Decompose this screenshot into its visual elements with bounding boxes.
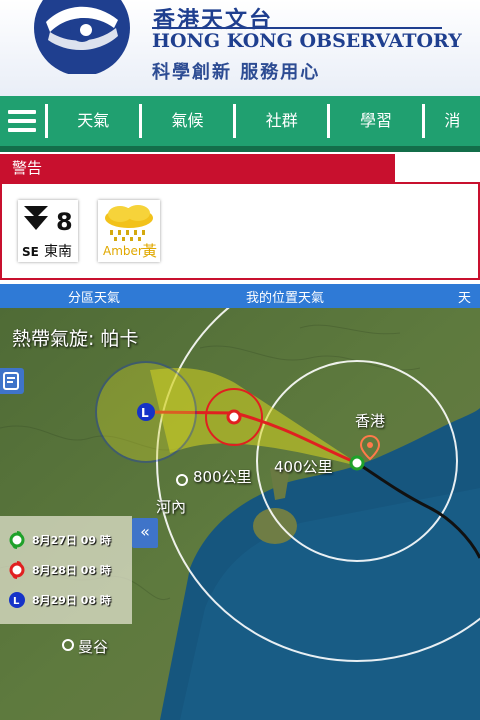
label-800km: 800公里 xyxy=(193,468,252,486)
signal-direction: 東南 xyxy=(44,244,72,260)
nav-item-climate[interactable]: 氣候 xyxy=(138,104,233,138)
track-legend: 8月27日 09 時 8月28日 08 時 L 8月29日 08 時 xyxy=(0,516,132,624)
label-hong-kong: 香港 xyxy=(355,412,386,430)
label-hanoi: 河內 xyxy=(156,498,187,516)
nav-item-learning[interactable]: 學習 xyxy=(327,104,421,138)
sub-nav: 分區天氣 我的位置天氣 天氣 xyxy=(0,284,480,325)
svg-text:L: L xyxy=(141,406,149,420)
subnav-my-location-weather[interactable]: 我的位置天氣 xyxy=(246,287,324,306)
label-400km: 400公里 xyxy=(274,458,333,476)
brand-slogan: 科學創新 服務用心 xyxy=(152,62,321,83)
menu-icon[interactable] xyxy=(0,96,45,146)
nav-item-more[interactable]: 消 xyxy=(421,104,480,138)
brand-title-en: HONG KONG OBSERVATORY xyxy=(152,30,462,52)
warning-title: 警告 xyxy=(12,159,43,177)
amber-label-en: Amber xyxy=(103,244,143,258)
label-bangkok: 曼谷 xyxy=(78,638,109,656)
signal-code: SE xyxy=(22,245,39,259)
red-cyclone-icon xyxy=(9,561,25,579)
legend-item: L 8月29日 08 時 xyxy=(8,588,111,612)
svg-text:L: L xyxy=(13,596,20,607)
brand-divider xyxy=(152,27,442,29)
amber-rainstorm-icon[interactable]: Amber 黃 xyxy=(98,200,160,262)
warning-header: 警告 xyxy=(0,154,480,182)
map-canvas: L xyxy=(0,308,480,720)
hko-logo-icon[interactable] xyxy=(26,0,138,74)
document-icon[interactable] xyxy=(0,368,24,394)
cyclone-title: 熱帶氣旋: 帕卡 xyxy=(12,328,139,350)
legend-label: 8月27日 09 時 xyxy=(32,534,111,547)
legend-label: 8月29日 08 時 xyxy=(32,594,111,607)
subnav-district-weather[interactable]: 分區天氣 xyxy=(68,287,120,306)
typhoon-signal-8-icon[interactable]: 8 SE 東南 xyxy=(18,200,78,262)
amber-label-zh: 黃 xyxy=(142,242,157,260)
legend-item: 8月28日 08 時 xyxy=(8,558,111,582)
site-header: 香港天文台 HONG KONG OBSERVATORY 科學創新 服務用心 xyxy=(0,0,480,96)
cyclone-track-map[interactable]: L 熱帶氣旋: 帕卡 香港 400公里 800公里 河內 曼谷 8月27日 09… xyxy=(0,308,480,720)
nav-item-weather[interactable]: 天氣 xyxy=(44,104,139,138)
nav-shadow xyxy=(0,146,480,152)
signal-number: 8 xyxy=(56,208,73,236)
low-pressure-icon: L xyxy=(9,592,25,608)
legend-item: 8月27日 09 時 xyxy=(8,528,111,552)
legend-label: 8月28日 08 時 xyxy=(32,564,111,577)
main-nav: 天氣 氣候 社群 學習 消 xyxy=(0,96,480,146)
nav-item-community[interactable]: 社群 xyxy=(233,104,327,138)
green-cyclone-icon xyxy=(9,531,25,549)
collapse-legend-button[interactable]: « xyxy=(132,518,158,548)
